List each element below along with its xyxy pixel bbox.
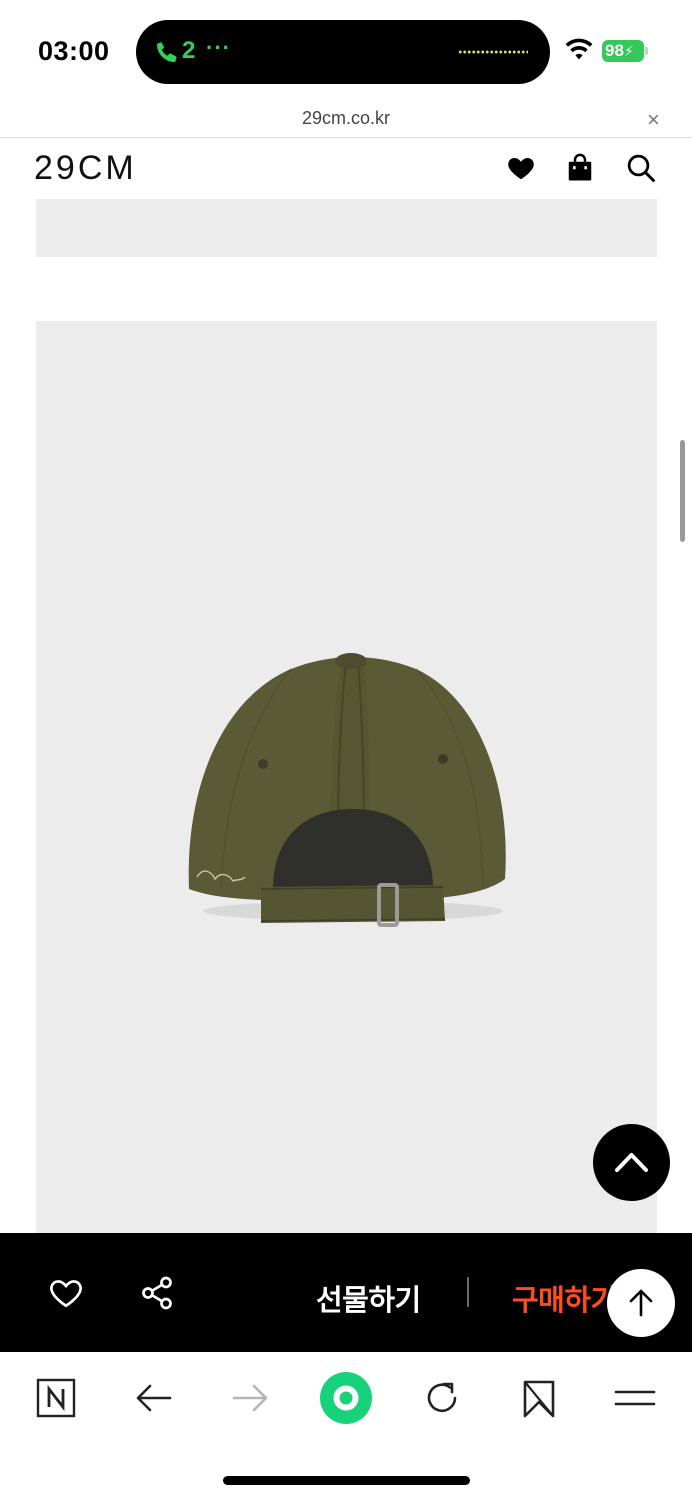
back-arrow-icon[interactable] <box>132 1376 176 1420</box>
scrollbar[interactable] <box>680 440 685 542</box>
audio-wave-icon <box>458 50 528 54</box>
home-circle-icon[interactable] <box>318 1370 374 1426</box>
battery-level: 98⚡ <box>602 40 644 62</box>
shopping-bag-icon[interactable] <box>565 153 595 183</box>
share-icon[interactable] <box>139 1275 175 1311</box>
floating-scroll-up-button[interactable] <box>607 1269 675 1337</box>
buy-button[interactable]: 구매하기 <box>512 1277 617 1319</box>
gift-button[interactable]: 선물하기 <box>316 1277 421 1319</box>
heart-outline-icon[interactable] <box>48 1275 84 1311</box>
bookmark-icon[interactable] <box>517 1376 561 1420</box>
call-more: ··· <box>206 35 231 60</box>
naver-n-icon[interactable] <box>34 1376 78 1420</box>
battery-text: 98 <box>605 41 624 60</box>
site-logo[interactable]: 29CM <box>34 149 137 188</box>
menu-icon[interactable] <box>613 1376 657 1420</box>
arrow-up-icon <box>629 1289 653 1317</box>
purchase-action-bar: 선물하기 구매하기 <box>0 1233 692 1352</box>
product-image-strip <box>36 199 657 257</box>
phone-call-icon <box>156 41 177 63</box>
scroll-to-top-button[interactable] <box>593 1124 670 1201</box>
status-bar: 03:00 2 ··· 98⚡ <box>0 0 692 100</box>
wifi-icon <box>565 38 593 60</box>
call-count: 2 <box>182 37 196 64</box>
cap-image <box>188 653 506 927</box>
forward-arrow-icon[interactable] <box>228 1376 272 1420</box>
divider <box>467 1277 469 1307</box>
battery-nub <box>645 47 648 55</box>
status-time: 03:00 <box>38 36 110 66</box>
site-header: 29CM <box>0 139 692 199</box>
url-domain[interactable]: 29cm.co.kr <box>0 108 692 129</box>
product-image[interactable] <box>36 321 657 1233</box>
heart-icon[interactable] <box>506 153 536 183</box>
refresh-icon[interactable] <box>420 1376 464 1420</box>
charging-bolt-icon: ⚡ <box>623 43 634 59</box>
chevron-up-icon <box>615 1153 648 1172</box>
url-bar[interactable]: 29cm.co.kr × <box>0 100 692 138</box>
browser-toolbar <box>0 1352 692 1500</box>
home-indicator[interactable] <box>223 1476 470 1485</box>
close-icon[interactable]: × <box>647 107 660 133</box>
dynamic-island[interactable]: 2 ··· <box>136 20 550 84</box>
search-icon[interactable] <box>626 153 656 183</box>
